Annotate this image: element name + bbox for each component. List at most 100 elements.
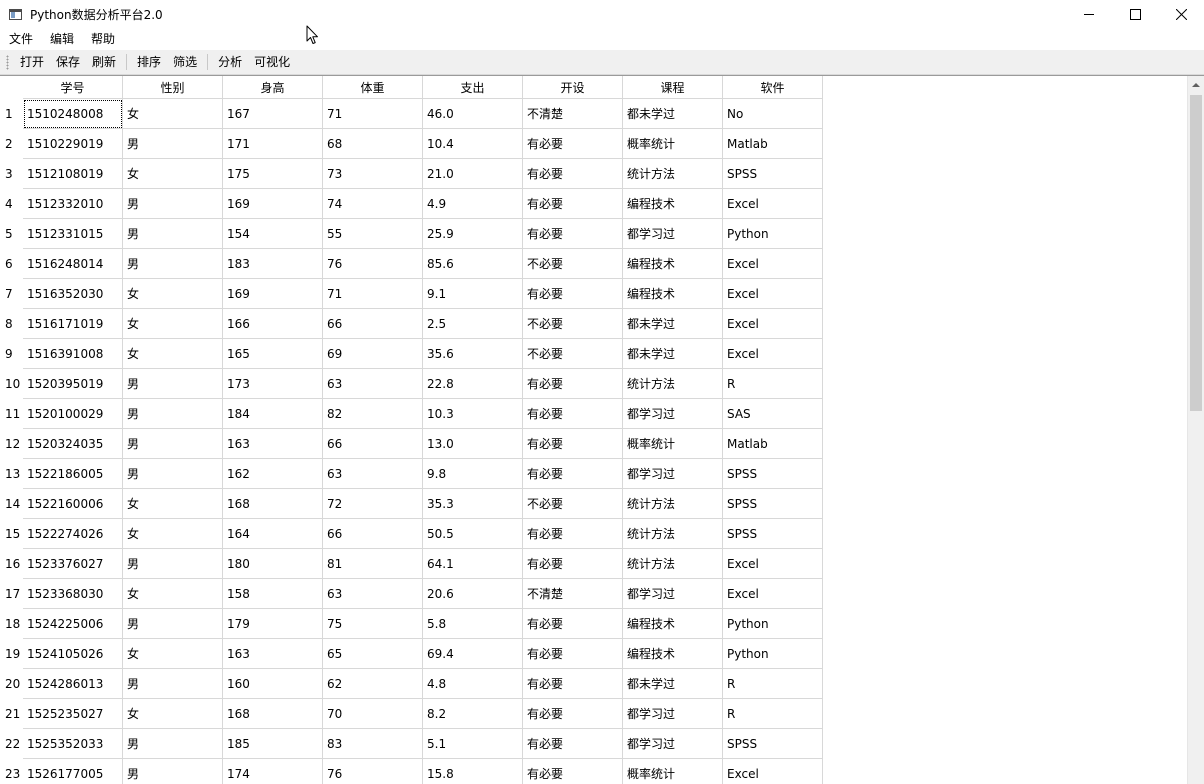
table-cell[interactable]: 68 (323, 129, 423, 159)
table-cell[interactable]: 10.4 (423, 129, 523, 159)
table-cell[interactable]: 不清楚 (523, 99, 623, 129)
table-cell[interactable]: 有必要 (523, 519, 623, 549)
table-cell[interactable]: 167 (223, 99, 323, 129)
table-cell[interactable]: 46.0 (423, 99, 523, 129)
table-cell[interactable]: Excel (723, 759, 823, 784)
table-cell[interactable]: 169 (223, 279, 323, 309)
table-cell[interactable]: 男 (123, 459, 223, 489)
table-cell[interactable]: 74 (323, 189, 423, 219)
minimize-button[interactable] (1066, 0, 1112, 28)
table-cell[interactable]: 男 (123, 129, 223, 159)
table-cell[interactable]: 66 (323, 309, 423, 339)
row-header[interactable]: 6 (0, 249, 23, 279)
scroll-up-button[interactable] (1188, 76, 1204, 93)
table-cell[interactable]: 都学习过 (623, 699, 723, 729)
table-cell[interactable]: 都学习过 (623, 219, 723, 249)
table-cell[interactable]: 都未学过 (623, 99, 723, 129)
table-cell[interactable]: 女 (123, 309, 223, 339)
table-cell[interactable]: 163 (223, 429, 323, 459)
table-cell[interactable]: 有必要 (523, 699, 623, 729)
table-cell[interactable]: 1526177005 (23, 759, 123, 784)
save-button[interactable]: 保存 (50, 51, 86, 73)
table-cell[interactable]: 有必要 (523, 279, 623, 309)
table-cell[interactable]: 女 (123, 339, 223, 369)
table-cell[interactable]: 编程技术 (623, 189, 723, 219)
table-cell[interactable]: SAS (723, 399, 823, 429)
table-cell[interactable]: 男 (123, 759, 223, 784)
table-cell[interactable]: 有必要 (523, 399, 623, 429)
table-cell[interactable]: 1523368030 (23, 579, 123, 609)
table-cell[interactable]: 不必要 (523, 249, 623, 279)
row-header[interactable]: 13 (0, 459, 23, 489)
table-cell[interactable]: Python (723, 219, 823, 249)
row-header[interactable]: 11 (0, 399, 23, 429)
table-cell[interactable]: 1524286013 (23, 669, 123, 699)
table-cell[interactable]: 85.6 (423, 249, 523, 279)
table-cell[interactable]: 185 (223, 729, 323, 759)
menu-file[interactable]: 文件 (0, 28, 41, 50)
table-cell[interactable]: 男 (123, 429, 223, 459)
column-header[interactable]: 性别 (123, 76, 223, 99)
table-cell[interactable]: 都学习过 (623, 399, 723, 429)
table-cell[interactable]: 65 (323, 639, 423, 669)
table-cell[interactable]: 1516171019 (23, 309, 123, 339)
table-cell[interactable]: 有必要 (523, 219, 623, 249)
close-button[interactable] (1158, 0, 1204, 28)
table-cell[interactable]: 2.5 (423, 309, 523, 339)
table-cell[interactable]: 女 (123, 699, 223, 729)
row-header[interactable]: 7 (0, 279, 23, 309)
column-header[interactable]: 身高 (223, 76, 323, 99)
table-cell[interactable]: 184 (223, 399, 323, 429)
row-header[interactable]: 3 (0, 159, 23, 189)
row-header[interactable]: 4 (0, 189, 23, 219)
table-cell[interactable]: 21.0 (423, 159, 523, 189)
row-header[interactable]: 2 (0, 129, 23, 159)
table-cell[interactable]: 35.3 (423, 489, 523, 519)
table-cell[interactable]: 164 (223, 519, 323, 549)
table-cell[interactable]: 统计方法 (623, 369, 723, 399)
table-cell[interactable]: 64.1 (423, 549, 523, 579)
menu-help[interactable]: 帮助 (82, 28, 123, 50)
table-cell[interactable]: 69.4 (423, 639, 523, 669)
table-cell[interactable]: 男 (123, 399, 223, 429)
menu-edit[interactable]: 编辑 (41, 28, 82, 50)
table-cell[interactable]: 70 (323, 699, 423, 729)
table-cell[interactable]: Excel (723, 309, 823, 339)
table-cell[interactable]: SPSS (723, 489, 823, 519)
table-cell[interactable]: 71 (323, 279, 423, 309)
row-header[interactable]: 18 (0, 609, 23, 639)
table-cell[interactable]: 不必要 (523, 309, 623, 339)
table-cell[interactable]: 175 (223, 159, 323, 189)
table-cell[interactable]: 72 (323, 489, 423, 519)
table-cell[interactable]: 有必要 (523, 429, 623, 459)
table-cell[interactable]: 35.6 (423, 339, 523, 369)
table-cell[interactable]: 女 (123, 639, 223, 669)
table-cell[interactable]: 165 (223, 339, 323, 369)
row-header[interactable]: 22 (0, 729, 23, 759)
column-header[interactable]: 支出 (423, 76, 523, 99)
toolbar-grip-handle[interactable] (6, 54, 9, 70)
table-cell[interactable]: 73 (323, 159, 423, 189)
table-cell[interactable]: 62 (323, 669, 423, 699)
table-cell[interactable]: 1525235027 (23, 699, 123, 729)
table-cell[interactable]: 男 (123, 219, 223, 249)
refresh-button[interactable]: 刷新 (86, 51, 122, 73)
table-cell[interactable]: 81 (323, 549, 423, 579)
table-cell[interactable]: 有必要 (523, 639, 623, 669)
table-cell[interactable]: 1520324035 (23, 429, 123, 459)
table-cell[interactable]: 男 (123, 549, 223, 579)
table-cell[interactable]: 5.1 (423, 729, 523, 759)
table-cell[interactable]: 1522274026 (23, 519, 123, 549)
table-cell[interactable]: 1512331015 (23, 219, 123, 249)
table-cell[interactable]: 76 (323, 759, 423, 784)
table-cell[interactable]: 有必要 (523, 459, 623, 489)
table-cell[interactable]: R (723, 699, 823, 729)
table-cell[interactable]: 1522186005 (23, 459, 123, 489)
table-cell[interactable]: 1510229019 (23, 129, 123, 159)
table-cell[interactable]: 统计方法 (623, 159, 723, 189)
table-cell[interactable]: 有必要 (523, 729, 623, 759)
table-cell[interactable]: 66 (323, 429, 423, 459)
table-cell[interactable]: 1524105026 (23, 639, 123, 669)
column-header[interactable]: 体重 (323, 76, 423, 99)
column-header[interactable]: 开设 (523, 76, 623, 99)
